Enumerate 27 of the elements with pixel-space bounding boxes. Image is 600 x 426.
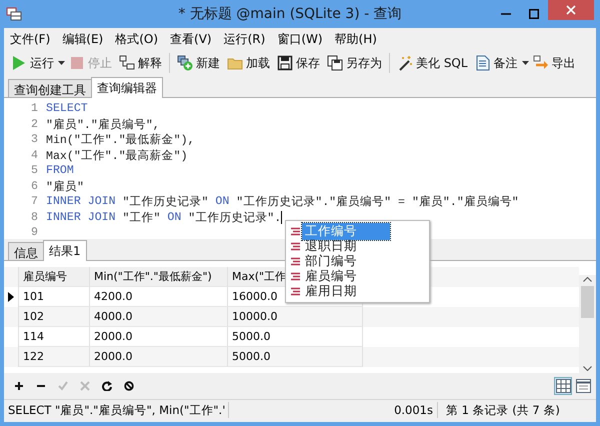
code-line: "雇员" [46,179,84,194]
line-number: 7 [30,195,39,208]
code-line: INNER JOIN "工作历史记录" ON "工作历史记录"."雇员编号" = "雇员"."雇员编号" [46,194,519,210]
line-number: 4 [30,148,39,162]
status-text: SELECT "雇员"."雇员编号", Min("工作".' [4,402,229,418]
table-cell: 102 [19,307,90,327]
table-cell: 2000.0 [90,347,228,367]
table-cell: 4000.0 [90,307,228,327]
line-number: 8 [30,210,39,224]
code-line: FROM [46,164,74,178]
line-number: 9 [30,226,39,240]
table-cell: 122 [19,347,90,367]
code-line: INNER JOIN "工作" ON "工作历史记录". [46,210,282,225]
line-number: 1 [30,102,39,116]
code-line: Min("工作"."最低薪金"), [46,132,195,148]
code-line: "雇员"."雇员编号", [46,117,160,132]
status-text: 0.001s [229,402,438,418]
line-number: 3 [30,133,39,146]
line-number: 6 [30,180,39,193]
table-cell: 10000.0 [228,307,363,327]
status-text: 第 1 条记录 (共 7 条) [445,402,561,418]
line-number: 5 [30,164,39,178]
line-number: 2 [30,118,39,131]
code-line: SELECT [46,102,88,116]
window-title: * 无标题 @main (SQLite 3) - 查询 [177,5,403,23]
table-cell: 5000.0 [228,347,363,367]
code-line: Max("工作"."最高薪金") [46,148,188,163]
